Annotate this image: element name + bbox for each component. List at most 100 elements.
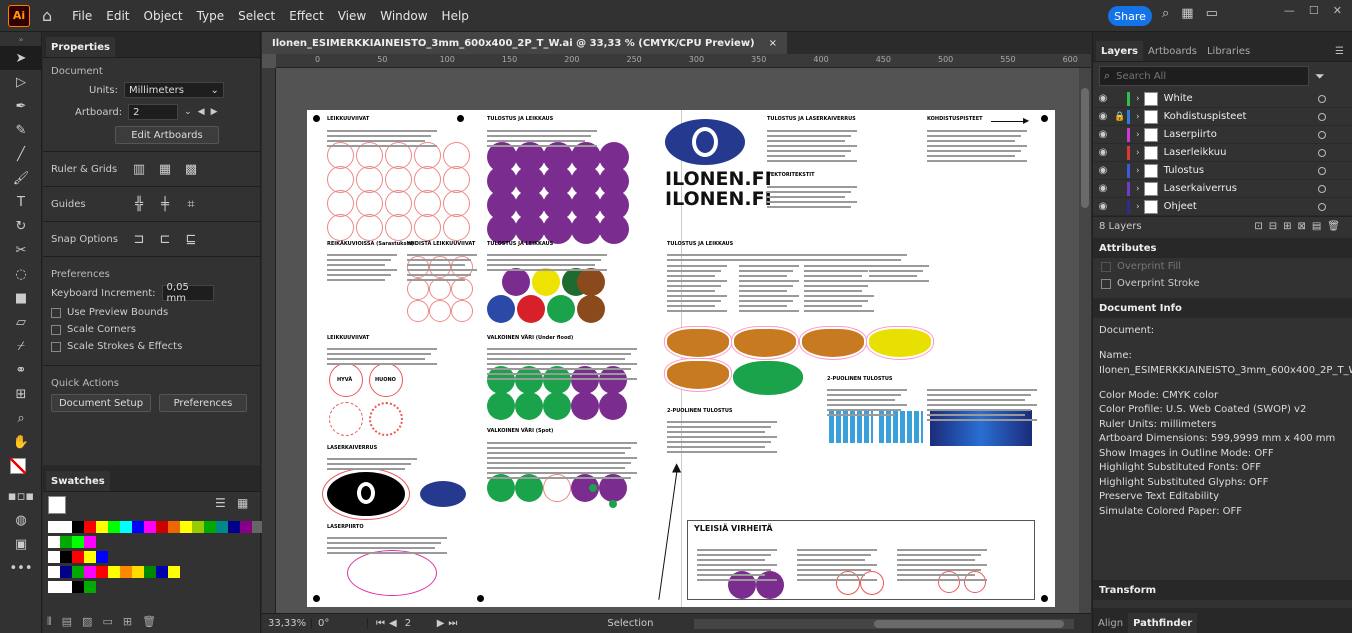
properties-tab[interactable]: Properties: [46, 37, 115, 57]
screen-mode-icon[interactable]: ▣: [0, 532, 42, 556]
swatch[interactable]: [108, 521, 120, 533]
more-tools-icon[interactable]: •••: [0, 556, 42, 580]
previous-artboard-icon[interactable]: ◀: [198, 107, 205, 117]
document-tab[interactable]: Ilonen_ESIMERKKIAINEISTO_3mm_600x400_2P_…: [262, 32, 788, 54]
selection-tool-icon[interactable]: ➤: [0, 46, 42, 70]
fill-swatch-icon[interactable]: [48, 496, 66, 514]
swatch[interactable]: [84, 581, 96, 593]
swatch[interactable]: [192, 521, 204, 533]
menu-view[interactable]: View: [338, 9, 366, 23]
warp-tool-icon[interactable]: ◌: [0, 262, 42, 286]
target-circle-icon[interactable]: [1318, 130, 1326, 139]
tab-artboards[interactable]: Artboards: [1143, 41, 1202, 61]
curvature-tool-icon[interactable]: ✎: [0, 118, 42, 142]
menu-type[interactable]: Type: [197, 9, 225, 23]
paintbrush-tool-icon[interactable]: 🖌: [0, 166, 42, 190]
swatch[interactable]: [144, 521, 156, 533]
expand-arrow-icon[interactable]: ›: [1136, 94, 1140, 104]
show-guides-icon[interactable]: ╬: [129, 195, 149, 213]
layer-search-input[interactable]: [1116, 70, 1297, 82]
direct-selection-tool-icon[interactable]: ▷: [0, 70, 42, 94]
layer-row[interactable]: ◉ 🔒 › Kohdistuspisteet: [1093, 108, 1352, 126]
layer-name[interactable]: Laserkaiverrus: [1164, 183, 1237, 194]
scale-strokes-checkbox[interactable]: [51, 341, 61, 352]
scissors-tool-icon[interactable]: ✂: [0, 238, 42, 262]
swatch[interactable]: [72, 581, 84, 593]
expand-arrow-icon[interactable]: ›: [1136, 202, 1140, 212]
arrange-documents-icon[interactable]: ▦: [1181, 6, 1193, 21]
swatch-options-icon[interactable]: ▨: [82, 615, 92, 629]
visibility-eye-icon[interactable]: ◉: [1093, 93, 1113, 104]
swatch[interactable]: [108, 566, 120, 578]
swatch[interactable]: [72, 551, 84, 563]
color-mode-icon[interactable]: ▪▫▪: [0, 484, 42, 508]
snap-to-glyph-icon[interactable]: ⊑: [181, 230, 201, 248]
layer-row[interactable]: ◉ › Laserpiirto: [1093, 126, 1352, 144]
swatch[interactable]: [132, 521, 144, 533]
delete-swatch-icon[interactable]: 🗑: [142, 615, 156, 629]
swatch[interactable]: [60, 551, 72, 563]
target-circle-icon[interactable]: [1318, 94, 1326, 103]
layer-action-icons[interactable]: ⊡⊟⊞⊠▤🗑: [1254, 221, 1346, 232]
swatch[interactable]: [60, 536, 72, 548]
edit-artboards-button[interactable]: Edit Artboards: [115, 126, 219, 144]
swatch[interactable]: [48, 551, 60, 563]
last-artboard-icon[interactable]: ⏭: [444, 618, 457, 629]
target-circle-icon[interactable]: [1318, 166, 1326, 175]
list-view-icon[interactable]: ☰: [215, 496, 226, 510]
swatch[interactable]: [72, 566, 84, 578]
visibility-eye-icon[interactable]: ◉: [1093, 111, 1113, 122]
layer-row[interactable]: ◉ › White: [1093, 90, 1352, 108]
swatch[interactable]: [84, 536, 96, 548]
swatch[interactable]: [132, 566, 144, 578]
swatch[interactable]: [84, 521, 96, 533]
artboard-number[interactable]: 2: [397, 618, 437, 629]
attributes-header[interactable]: Attributes: [1093, 238, 1352, 258]
horizontal-scrollbar[interactable]: [693, 618, 1074, 629]
layer-name[interactable]: Laserleikkuu: [1164, 147, 1227, 158]
swatch[interactable]: [204, 521, 216, 533]
layer-row[interactable]: ◉ › Tulostus: [1093, 162, 1352, 180]
first-artboard-icon[interactable]: ⏮: [368, 618, 385, 629]
snap-to-point-icon[interactable]: ⊐: [129, 230, 149, 248]
lock-icon[interactable]: 🔒: [1113, 112, 1127, 122]
rotate-tool-icon[interactable]: ↻: [0, 214, 42, 238]
swatch[interactable]: [96, 566, 108, 578]
vertical-ruler[interactable]: [262, 68, 276, 613]
swatch-grid[interactable]: [48, 521, 264, 596]
target-circle-icon[interactable]: [1318, 184, 1326, 193]
swatch[interactable]: [144, 566, 156, 578]
type-tool-icon[interactable]: T: [0, 190, 42, 214]
document-setup-button[interactable]: Document Setup: [51, 394, 151, 412]
snap-to-pixel-icon[interactable]: ⊏: [155, 230, 175, 248]
chevron-down-icon[interactable]: ⌄: [184, 107, 192, 117]
next-artboard-icon[interactable]: ▶: [437, 618, 445, 629]
rectangle-tool-icon[interactable]: ■: [0, 286, 42, 310]
horizontal-ruler[interactable]: 0 50 100 150 200 250 300 350 400 450 500 550 600: [276, 54, 1091, 68]
expand-arrow-icon[interactable]: ›: [1136, 130, 1140, 140]
menu-effect[interactable]: Effect: [289, 9, 324, 23]
menu-object[interactable]: Object: [144, 9, 183, 23]
document-info-header[interactable]: Document Info: [1093, 298, 1352, 318]
target-circle-icon[interactable]: [1318, 112, 1326, 121]
search-icon[interactable]: ⌕: [1162, 6, 1169, 21]
panel-menu-icon[interactable]: ☰: [1335, 46, 1344, 57]
layer-name[interactable]: Kohdistuspisteet: [1164, 111, 1247, 122]
layer-name[interactable]: Ohjeet: [1164, 201, 1197, 212]
swatch[interactable]: [216, 521, 228, 533]
swatch[interactable]: [96, 551, 108, 563]
swatch-library-icon[interactable]: ⫴: [47, 615, 52, 629]
menu-edit[interactable]: Edit: [106, 9, 129, 23]
collapse-icon[interactable]: »: [0, 32, 42, 46]
units-dropdown[interactable]: Millimeters ⌄: [123, 82, 224, 98]
swatch[interactable]: [156, 521, 168, 533]
blend-tool-icon[interactable]: ⚭: [0, 358, 42, 382]
swatch[interactable]: [48, 566, 60, 578]
next-artboard-icon[interactable]: ▶: [211, 107, 218, 117]
visibility-eye-icon[interactable]: ◉: [1093, 129, 1113, 140]
pen-tool-icon[interactable]: ✒: [0, 94, 42, 118]
visibility-eye-icon[interactable]: ◉: [1093, 165, 1113, 176]
visibility-eye-icon[interactable]: ◉: [1093, 201, 1113, 212]
visibility-eye-icon[interactable]: ◉: [1093, 183, 1113, 194]
scale-corners-checkbox[interactable]: [51, 324, 61, 335]
